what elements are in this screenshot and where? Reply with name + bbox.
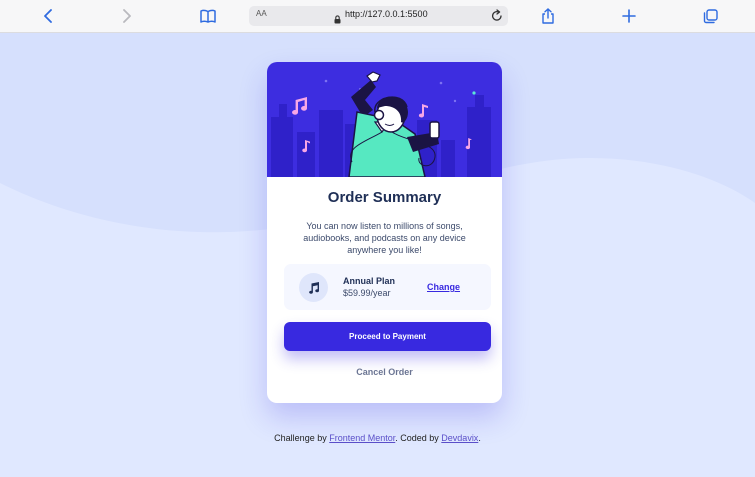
new-tab-icon[interactable] <box>621 6 637 26</box>
bookmarks-icon[interactable] <box>199 6 217 26</box>
hero-illustration <box>267 62 502 177</box>
cancel-order-button[interactable]: Cancel Order <box>267 367 502 377</box>
attribution-prefix: Challenge by <box>274 433 330 443</box>
card-description: You can now listen to millions of songs,… <box>303 221 466 255</box>
author-link[interactable]: Devdavix <box>441 433 478 443</box>
plan-name: Annual Plan <box>343 276 396 286</box>
frontend-mentor-link[interactable]: Frontend Mentor <box>329 433 395 443</box>
address-bar[interactable]: AA http://127.0.0.1:5500 <box>249 6 508 26</box>
url-text: http://127.0.0.1:5500 <box>345 9 428 19</box>
plan-summary: Annual Plan $59.99/year Change <box>284 264 491 310</box>
card-title: Order Summary <box>327 189 442 206</box>
change-plan-link[interactable]: Change <box>427 282 460 292</box>
attribution-suffix: . <box>478 433 481 443</box>
attribution-middle: . Coded by <box>395 433 442 443</box>
lock-icon <box>334 11 341 29</box>
music-note-icon <box>299 273 328 302</box>
text-size-button[interactable]: AA <box>256 9 267 18</box>
proceed-to-payment-button[interactable]: Proceed to Payment <box>284 322 491 351</box>
forward-icon[interactable] <box>119 6 135 26</box>
reload-icon[interactable] <box>491 9 503 27</box>
order-summary-card: Order Summary You can now listen to mill… <box>267 62 502 403</box>
plan-price: $59.99/year <box>343 288 391 298</box>
attribution: Challenge by Frontend Mentor. Coded by D… <box>0 433 755 443</box>
browser-toolbar: AA http://127.0.0.1:5500 <box>0 0 755 33</box>
tabs-overview-icon[interactable] <box>701 6 719 26</box>
share-icon[interactable] <box>540 6 556 26</box>
back-icon[interactable] <box>40 6 56 26</box>
